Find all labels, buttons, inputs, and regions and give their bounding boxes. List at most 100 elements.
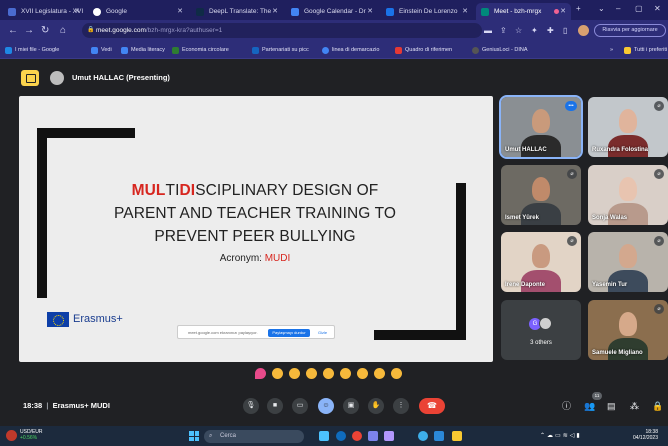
close-window-icon[interactable]: ✕ xyxy=(654,4,661,13)
captions-button[interactable]: ▭ xyxy=(292,398,308,414)
reaction-emoji-icon[interactable] xyxy=(272,368,283,379)
close-icon[interactable]: ✕ xyxy=(462,3,468,20)
bookmark-item[interactable]: Vedi xyxy=(91,46,112,55)
hand-icon: ✋ xyxy=(371,402,381,409)
chat-icon[interactable]: ▤ xyxy=(607,400,616,412)
reload-icon[interactable]: ↻ xyxy=(41,25,49,37)
back-icon[interactable]: ← xyxy=(8,25,18,37)
speaking-indicator-icon: ••• xyxy=(565,101,577,111)
monitor-icon[interactable]: ▭ xyxy=(555,433,563,439)
app-icon[interactable] xyxy=(418,431,428,441)
google-icon xyxy=(322,47,329,54)
close-icon[interactable]: ✕ xyxy=(272,3,278,20)
tab-xvii-legislatura[interactable]: XVII Legislatura - XVI ✕ xyxy=(3,3,85,20)
slack-icon[interactable] xyxy=(384,431,394,441)
close-icon[interactable]: ✕ xyxy=(560,3,566,20)
more-options-button[interactable]: ⋮ xyxy=(393,398,409,414)
presentation-icon[interactable] xyxy=(21,70,39,86)
participant-tile[interactable]: Samuele Migliano ⌀ xyxy=(588,300,668,360)
participant-tile[interactable]: Umut HALLAC ••• xyxy=(499,95,583,159)
bookmark-item[interactable]: Partenariati su picc xyxy=(252,46,309,55)
bookmark-item[interactable]: linea di demarcazio xyxy=(322,46,379,55)
microphone-button[interactable]: 🎙 xyxy=(243,398,259,414)
participant-tile[interactable]: Irene Daponte ⌀ xyxy=(501,232,581,292)
url-bar[interactable]: 🔒 meet.google.com/bzh-mrgx-kra?authuser=… xyxy=(82,23,482,38)
deepl-icon xyxy=(196,8,204,16)
reaction-emoji-icon[interactable] xyxy=(357,368,368,379)
drive-icon xyxy=(5,47,12,54)
store-icon[interactable] xyxy=(434,431,444,441)
taskbar-clock[interactable]: 18:38 04/12/2023 xyxy=(624,429,658,441)
tab-search-icon[interactable]: ⌄ xyxy=(598,4,605,13)
participant-tile[interactable]: Ismet Yürek ⌀ xyxy=(501,165,581,225)
hide-notice-button[interactable]: Gizle xyxy=(318,330,327,335)
maximize-icon[interactable]: ▢ xyxy=(635,4,643,13)
profile-avatar[interactable] xyxy=(578,25,589,36)
all-bookmarks[interactable]: Tutti i preferiti xyxy=(624,46,667,55)
camera-icon[interactable]: ▬ xyxy=(484,25,492,37)
more-bookmarks-icon[interactable]: » xyxy=(610,46,613,55)
participant-video-body xyxy=(608,270,648,292)
star-icon[interactable]: ☆ xyxy=(515,25,522,37)
raise-hand-button[interactable]: ✋ xyxy=(368,398,384,414)
new-tab-button[interactable]: + xyxy=(576,4,581,13)
reaction-emoji-icon[interactable] xyxy=(255,368,266,379)
others-tile[interactable]: G 3 others xyxy=(501,300,581,360)
teams-icon[interactable] xyxy=(368,431,378,441)
tab-deepl[interactable]: DeepL Translate: The ✕ xyxy=(191,3,283,20)
stop-sharing-button[interactable]: Paylaşmayı durdur xyxy=(268,329,310,337)
wifi-icon[interactable]: ≋ xyxy=(563,433,570,439)
reaction-emoji-icon[interactable] xyxy=(374,368,385,379)
reaction-emoji-icon[interactable] xyxy=(306,368,317,379)
file-explorer-icon[interactable] xyxy=(452,431,462,441)
update-button[interactable]: Riavvia per aggiornare xyxy=(594,24,666,37)
windows-start-icon[interactable] xyxy=(189,431,199,441)
end-call-button[interactable]: ☎ xyxy=(419,398,445,414)
tab-google-calendar[interactable]: Google Calendar - Dr ✕ xyxy=(286,3,378,20)
task-view-icon[interactable] xyxy=(319,431,329,441)
forward-icon[interactable]: → xyxy=(24,25,34,37)
battery-icon[interactable]: ▮ xyxy=(576,433,581,439)
camera-button[interactable]: ■ xyxy=(267,398,283,414)
participant-tile[interactable]: Sonja Walas ⌀ xyxy=(588,165,668,225)
info-icon[interactable]: ⓘ xyxy=(562,400,571,412)
bookmark-item[interactable]: Economia circolare xyxy=(172,46,229,55)
people-icon[interactable]: 👥 xyxy=(584,400,595,412)
activities-icon[interactable]: ⁂ xyxy=(630,400,639,412)
chrome-icon[interactable] xyxy=(352,431,362,441)
participant-tile[interactable]: Ruxandra Folostina ⌀ xyxy=(588,97,668,157)
tab-google[interactable]: Google ✕ xyxy=(88,3,188,20)
participant-video-face xyxy=(619,109,637,133)
reaction-emoji-icon[interactable] xyxy=(340,368,351,379)
chevron-up-icon[interactable]: ⌃ xyxy=(540,433,547,439)
emoji-reactions-button[interactable]: ☺ xyxy=(318,398,334,414)
close-icon[interactable]: ✕ xyxy=(367,3,373,20)
onedrive-icon[interactable]: ☁ xyxy=(547,433,555,439)
reaction-emoji-icon[interactable] xyxy=(323,368,334,379)
tab-einstein[interactable]: Einstein De Lorenzo ✕ xyxy=(381,3,473,20)
reaction-emoji-icon[interactable] xyxy=(289,368,300,379)
bookmark-item[interactable]: GeniusLoci - DINA xyxy=(472,46,528,55)
taskbar-search[interactable]: ⌕ Cerca xyxy=(204,430,304,443)
bookmark-item[interactable]: Quadro di riferimen xyxy=(395,46,452,55)
bookmark-item[interactable]: Media literacy xyxy=(121,46,165,55)
edge-icon[interactable] xyxy=(336,431,346,441)
minimize-icon[interactable]: – xyxy=(616,4,620,13)
bookmark-item[interactable]: I miei file - Google xyxy=(5,46,59,55)
host-controls-icon[interactable]: 🔒 xyxy=(652,400,663,412)
share-icon[interactable]: ⇪ xyxy=(500,25,507,37)
extension-icon[interactable]: ✦ xyxy=(531,25,538,37)
puzzle-icon[interactable]: ✚ xyxy=(547,25,554,37)
participant-video-body xyxy=(521,203,561,225)
stock-ticker-widget[interactable]: USD/EUR +0.56% xyxy=(20,429,43,441)
reaction-emoji-icon[interactable] xyxy=(391,368,402,379)
close-icon[interactable]: ✕ xyxy=(177,3,183,20)
present-button[interactable]: ▣ xyxy=(343,398,359,414)
participant-tile[interactable]: Yasemin Tur ⌀ xyxy=(588,232,668,292)
participant-avatar xyxy=(539,317,552,330)
participant-video-body xyxy=(608,203,648,225)
sidepanel-icon[interactable]: ▯ xyxy=(563,25,567,37)
home-icon[interactable]: ⌂ xyxy=(60,25,66,37)
close-icon[interactable]: ✕ xyxy=(74,3,80,20)
tab-meet[interactable]: Meet - bzh-mrgx ✕ xyxy=(476,3,571,20)
